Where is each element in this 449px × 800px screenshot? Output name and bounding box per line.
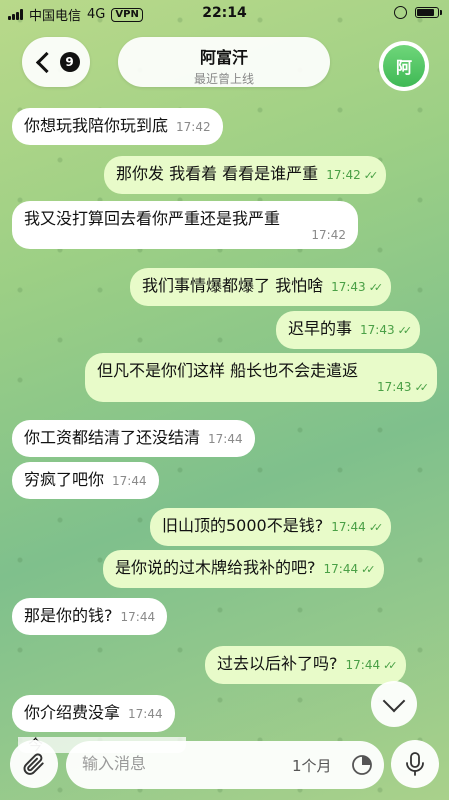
attach-button[interactable] [10, 740, 58, 788]
message-bubble-incoming[interactable]: 你工资都结清了还没结清 17:44 [12, 420, 255, 457]
message-bubble-incoming[interactable]: 那是你的钱? 17:44 [12, 598, 168, 635]
read-ticks-icon: ✓✓ [368, 521, 384, 534]
message-time: 17:42 [311, 228, 346, 242]
unread-count-badge: 9 [59, 52, 80, 72]
read-ticks-icon: ✓✓ [363, 169, 379, 182]
message-text: 是你说的过木牌给我补的吧? [115, 558, 316, 577]
contact-name: 阿富汗 [199, 48, 248, 67]
message-time: 17:44 [323, 562, 359, 576]
paperclip-icon [23, 753, 44, 775]
avatar-letter: 阿 [383, 45, 425, 87]
message-bubble-outgoing[interactable]: 旧山顶的5000不是钱? 17:44 ✓✓ [150, 508, 392, 546]
message-time: 17:44 [208, 432, 243, 446]
message-text: 那你发 我看着 看看是谁严重 [116, 164, 319, 183]
auto-delete-timer-icon[interactable] [350, 753, 374, 777]
message-meta: 17:43 ✓✓ [97, 380, 430, 395]
message-time: 17:43 [360, 323, 395, 337]
avatar[interactable]: 阿 [379, 41, 429, 91]
message-time: 17:44 [120, 610, 156, 624]
message-bubble-outgoing[interactable]: 是你说的过木牌给我补的吧? 17:44 ✓✓ [103, 550, 384, 588]
message-text: 迟早的事 [288, 319, 353, 338]
message-time: 17:42 [326, 168, 361, 182]
message-time: 17:44 [345, 658, 381, 672]
message-text: 过去以后补了吗? [217, 654, 338, 673]
chevron-down-icon [382, 689, 406, 713]
message-text: 我们事情爆都爆了 我怕啥 [142, 276, 324, 295]
read-ticks-icon: ✓✓ [368, 281, 384, 294]
read-ticks-icon: ✓✓ [397, 324, 413, 337]
message-bubble-incoming[interactable]: 穷疯了吧你 17:44 [12, 462, 159, 499]
message-time: 17:43 [331, 280, 366, 294]
message-text: 你介绍费没拿 [24, 703, 121, 722]
battery-icon [415, 7, 442, 18]
clock: 22:14 [202, 5, 247, 21]
message-time: 17:43 [376, 380, 412, 394]
back-button[interactable]: 9 [22, 37, 90, 87]
auto-delete-timer-label[interactable]: 1个月 [292, 755, 332, 776]
scroll-to-bottom-button[interactable] [371, 681, 417, 727]
message-bubble-outgoing[interactable]: 但凡不是你们这样 船长也不会走遣返 17:43 ✓✓ [85, 353, 437, 402]
voice-message-button[interactable] [391, 740, 439, 788]
message-text: 我又没打算回去看你严重还是我严重 [24, 209, 281, 228]
message-time: 17:44 [128, 707, 163, 721]
chevron-left-icon [35, 51, 57, 73]
message-bubble-incoming[interactable]: 我又没打算回去看你严重还是我严重 17:42 [12, 201, 358, 249]
message-bubble-outgoing[interactable]: 迟早的事 17:43 ✓✓ [276, 311, 421, 349]
chat-title[interactable]: 阿富汗 最近曾上线 [118, 37, 330, 87]
last-seen-status: 最近曾上线 [193, 72, 254, 86]
message-text: 那是你的钱? [24, 606, 113, 625]
message-bubble-incoming[interactable]: 你介绍费没拿 17:44 [12, 695, 175, 732]
message-text: 你工资都结清了还没结清 [24, 428, 201, 447]
message-text: 旧山顶的5000不是钱? [162, 516, 324, 535]
message-time: 17:42 [176, 120, 211, 134]
message-composer[interactable]: 1个月 [66, 741, 384, 789]
message-bubble-outgoing[interactable]: 过去以后补了吗? 17:44 ✓✓ [205, 646, 406, 684]
read-ticks-icon: ✓✓ [361, 563, 376, 576]
message-text: 但凡不是你们这样 船长也不会走遣返 [97, 361, 359, 380]
message-bubble-outgoing[interactable]: 我们事情爆都爆了 我怕啥 17:43 ✓✓ [130, 268, 392, 306]
message-bubble-incoming[interactable]: 你想玩我陪你玩到底 17:42 [12, 108, 223, 145]
microphone-icon [406, 752, 424, 776]
message-time: 17:44 [112, 474, 147, 488]
message-text: 你想玩我陪你玩到底 [24, 116, 169, 135]
rotation-lock-icon [394, 6, 407, 19]
read-ticks-icon: ✓✓ [414, 381, 430, 394]
message-bubble-outgoing[interactable]: 那你发 我看着 看看是谁严重 17:42 ✓✓ [104, 156, 387, 194]
message-time: 17:44 [331, 520, 366, 534]
read-ticks-icon: ✓✓ [383, 659, 398, 672]
status-bar: 中国电信 4G VPN 22:14 [0, 0, 449, 28]
message-text: 穷疯了吧你 [24, 470, 105, 489]
message-input[interactable] [80, 753, 264, 774]
